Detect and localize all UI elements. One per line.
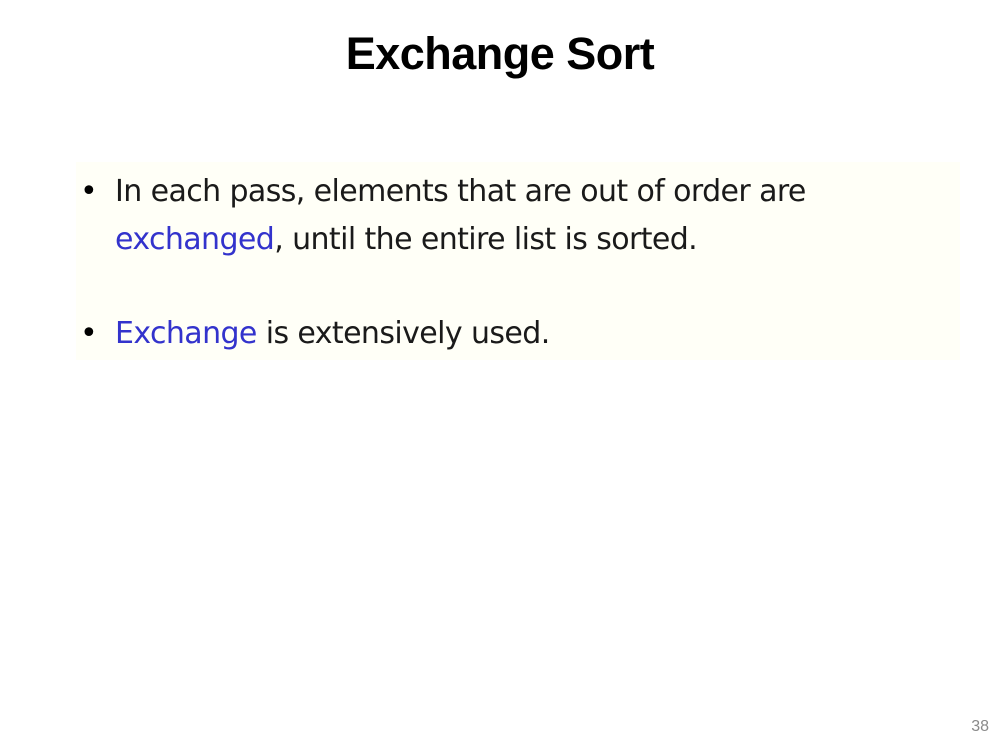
bullet-highlight-term: Exchange: [115, 316, 257, 351]
bullet-dot-icon: •: [80, 174, 98, 209]
bullet-item-exchange-pass: • In each pass, elements that are out of…: [76, 168, 936, 264]
bullet-text-post: is extensively used.: [256, 316, 551, 351]
bullet-text-post: , until the entire list is sorted.: [274, 222, 698, 257]
bullet-dot-icon: •: [80, 316, 98, 351]
content-box: • In each pass, elements that are out of…: [76, 162, 960, 360]
bullet-text: In each pass, elements that are out of o…: [115, 168, 936, 264]
bullet-highlight-term: exchanged: [115, 222, 275, 257]
bullet-item-extensively-used: • Exchange is extensively used.: [76, 310, 936, 358]
page-number: 38: [971, 718, 989, 735]
bullet-text: Exchange is extensively used.: [115, 310, 936, 358]
slide-title: Exchange Sort: [345, 28, 655, 79]
bullet-text-pre: In each pass, elements that are out of o…: [115, 174, 806, 209]
